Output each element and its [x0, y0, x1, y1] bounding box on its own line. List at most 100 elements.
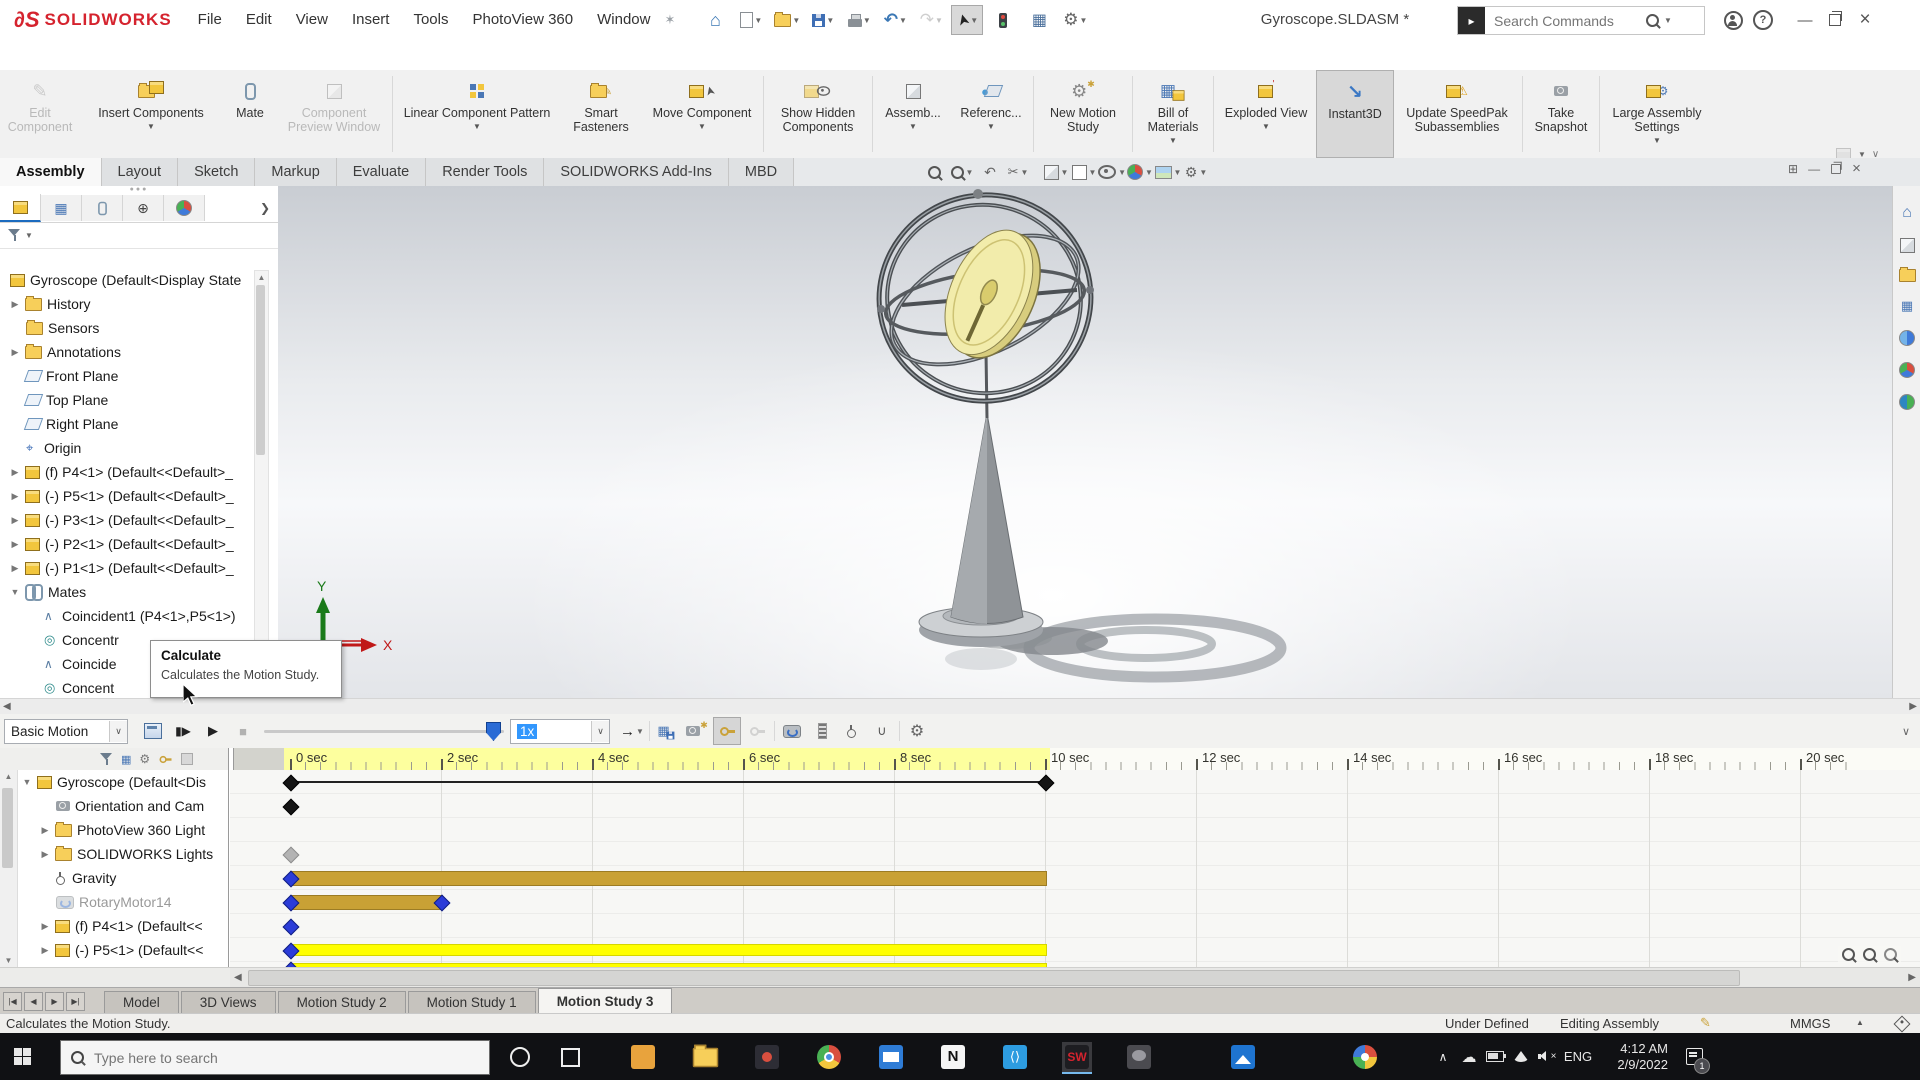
open-button[interactable]: ▼	[771, 5, 803, 35]
tabs-next-button[interactable]: ▶	[45, 992, 64, 1011]
search-dropdown-icon[interactable]: ▼	[1664, 16, 1672, 25]
bar-rotary-motor[interactable]	[290, 895, 443, 910]
tab-motion-study-2[interactable]: Motion Study 2	[277, 991, 406, 1014]
timeline-zoom-out-icon[interactable]	[1842, 948, 1855, 961]
taskbar-app-explorer[interactable]	[690, 1042, 720, 1072]
ribbon-component-preview[interactable]: Component Preview Window	[278, 70, 390, 158]
tree-item-p3[interactable]: ▶ (-) P3<1> (Default<<Default>_	[10, 508, 234, 532]
tree-item-coincident1[interactable]: ∧ Coincident1 (P4<1>,P5<1>)	[44, 604, 236, 628]
doc-cascade-icon[interactable]: ⊞	[1788, 162, 1798, 176]
ribbon-assembly-features[interactable]: Assemb... ▼	[875, 70, 951, 158]
tab-motion-study-3[interactable]: Motion Study 3	[537, 988, 673, 1014]
tab-configuration-manager[interactable]	[82, 195, 123, 221]
filter-dropdown[interactable]: ▼	[25, 231, 33, 240]
filter-icon[interactable]	[8, 229, 21, 242]
key-gyroscope-0s[interactable]	[282, 774, 300, 792]
motion-scroll-thumb[interactable]	[2, 788, 13, 868]
contact-button[interactable]: ∪	[868, 717, 896, 745]
bar-gravity[interactable]	[290, 871, 1047, 886]
tree-item-p5[interactable]: ▶ (-) P5<1> (Default<<Default>_	[10, 484, 234, 508]
tree-item-front-plane[interactable]: Front Plane	[23, 364, 118, 388]
ribbon-instant3d[interactable]: ↘ Instant3D	[1316, 70, 1394, 158]
tab-layout[interactable]: Layout	[101, 158, 179, 186]
timeline-slider[interactable]	[264, 718, 504, 744]
tree-item-mates[interactable]: ▼ Mates	[10, 580, 86, 604]
key-p4-0s[interactable]	[282, 918, 300, 936]
search-commands-input[interactable]	[1492, 11, 1646, 30]
motion-item-p5[interactable]: ▶ (-) P5<1> (Default<<	[40, 938, 204, 962]
ribbon-new-motion-study[interactable]: ⚙ ✱ New Motion Study	[1036, 70, 1130, 158]
motion-item-rotary-motor[interactable]: RotaryMotor14	[56, 890, 172, 914]
status-tag-icon[interactable]	[1893, 1015, 1911, 1033]
vpscroll-right-arrow[interactable]: ▶	[1909, 700, 1917, 714]
taskbar-app-office[interactable]	[628, 1042, 658, 1072]
taskpane-view-palette-icon[interactable]	[1899, 330, 1915, 346]
taskpane-appearances-icon[interactable]	[1899, 362, 1915, 378]
taskpane-design-library-icon[interactable]	[1898, 267, 1916, 282]
user-account-button[interactable]	[1718, 7, 1748, 33]
ribbon-edit-component[interactable]: ✎ Edit Component	[0, 70, 80, 158]
taskbar-app-photos[interactable]	[1228, 1042, 1258, 1072]
taskbar-app-notion[interactable]: N	[938, 1042, 968, 1072]
doc-restore-button[interactable]	[1831, 161, 1842, 174]
help-button[interactable]: ?	[1748, 7, 1778, 33]
add-key-button[interactable]	[743, 717, 771, 745]
play-from-start-button[interactable]: ▮▶	[169, 717, 197, 745]
options-list-button[interactable]: ▦	[1023, 5, 1055, 35]
save-button[interactable]: ▼	[807, 5, 839, 35]
tray-hidden-icons[interactable]: ∧	[1430, 1033, 1456, 1080]
play-button[interactable]: ▶	[199, 717, 227, 745]
settings-button[interactable]: ⚙ ▼	[1059, 5, 1091, 35]
motion-item-photoview-lights[interactable]: ▶ PhotoView 360 Light	[40, 818, 205, 842]
autokey-button[interactable]	[713, 717, 741, 745]
ribbon-show-hidden[interactable]: Show Hidden Components	[766, 70, 870, 158]
start-button[interactable]	[14, 1048, 31, 1065]
taskbar-app-paint[interactable]	[1350, 1042, 1380, 1072]
timeline-ruler[interactable]: 0 sec 2 sec 4 sec 6 sec 8 sec 10 sec 12 …	[230, 748, 1920, 771]
motion-panel-collapse[interactable]: ∨	[1902, 725, 1910, 738]
ribbon-bill-of-materials[interactable]: ▦ Bill of Materials ▼	[1135, 70, 1211, 158]
menu-photoview[interactable]: PhotoView 360	[460, 0, 585, 40]
ribbon-take-snapshot[interactable]: Take Snapshot	[1525, 70, 1597, 158]
tray-volume-muted-icon[interactable]: ×	[1534, 1033, 1560, 1080]
filter-animated-icon[interactable]: ▦	[121, 753, 131, 766]
tree-item-concentric1[interactable]: ◎ Concentr	[44, 628, 119, 652]
tab-solidworks-addins[interactable]: SOLIDWORKS Add-Ins	[544, 158, 729, 186]
tray-onedrive-icon[interactable]: ☁	[1456, 1033, 1482, 1080]
tree-scroll-thumb[interactable]	[256, 285, 265, 455]
vpscroll-left-arrow[interactable]: ◀	[3, 700, 11, 714]
taskpane-custom-properties-icon[interactable]	[1899, 394, 1915, 410]
tab-motion-study-1[interactable]: Motion Study 1	[407, 991, 536, 1014]
status-units[interactable]: MMGS	[1790, 1016, 1830, 1031]
timeline-zoom-in-icon[interactable]	[1863, 948, 1876, 961]
tab-model[interactable]: Model	[104, 991, 179, 1014]
tray-language[interactable]: ENG	[1560, 1033, 1596, 1080]
tree-item-top-plane[interactable]: Top Plane	[23, 388, 108, 412]
tabs-prev-button[interactable]: ◀	[24, 992, 43, 1011]
new-document-button[interactable]: ▼	[735, 5, 767, 35]
key-orientation-0s[interactable]	[282, 798, 300, 816]
taskpane-resources-icon[interactable]	[1899, 238, 1915, 253]
menu-window[interactable]: Window	[585, 0, 662, 40]
playback-speed-select[interactable]: 1x ∨	[510, 718, 610, 744]
taskbar-search-input[interactable]	[92, 1048, 396, 1067]
tab-evaluate[interactable]: Evaluate	[336, 158, 427, 186]
home-button[interactable]: ⌂	[699, 5, 731, 35]
menu-edit[interactable]: Edit	[234, 0, 284, 40]
ribbon-insert-components[interactable]: Insert Components ▼	[80, 70, 222, 158]
taskbar-app-dark[interactable]	[752, 1042, 782, 1072]
bar-p5[interactable]	[290, 944, 1047, 956]
motion-item-p4[interactable]: ▶ (f) P4<1> (Default<<	[40, 914, 203, 938]
tree-scroll-up[interactable]: ▲	[255, 271, 268, 284]
filter-results-icon[interactable]	[181, 753, 194, 765]
tab-dimxpert-manager[interactable]: ⊕	[123, 195, 164, 221]
stop-button[interactable]: ■	[229, 717, 257, 745]
tab-sketch[interactable]: Sketch	[178, 158, 256, 186]
tab-mbd[interactable]: MBD	[728, 158, 795, 186]
status-units-dropdown[interactable]: ▲	[1856, 1018, 1864, 1027]
motion-scroll-up[interactable]: ▲	[0, 770, 17, 784]
tree-item-sensors[interactable]: Sensors	[26, 316, 99, 340]
ribbon-update-speedpak[interactable]: ⚠ Update SpeedPak Subassemblies	[1394, 70, 1520, 158]
ribbon-move-component[interactable]: ➤ Move Component ▼	[643, 70, 761, 158]
spring-button[interactable]	[808, 717, 836, 745]
